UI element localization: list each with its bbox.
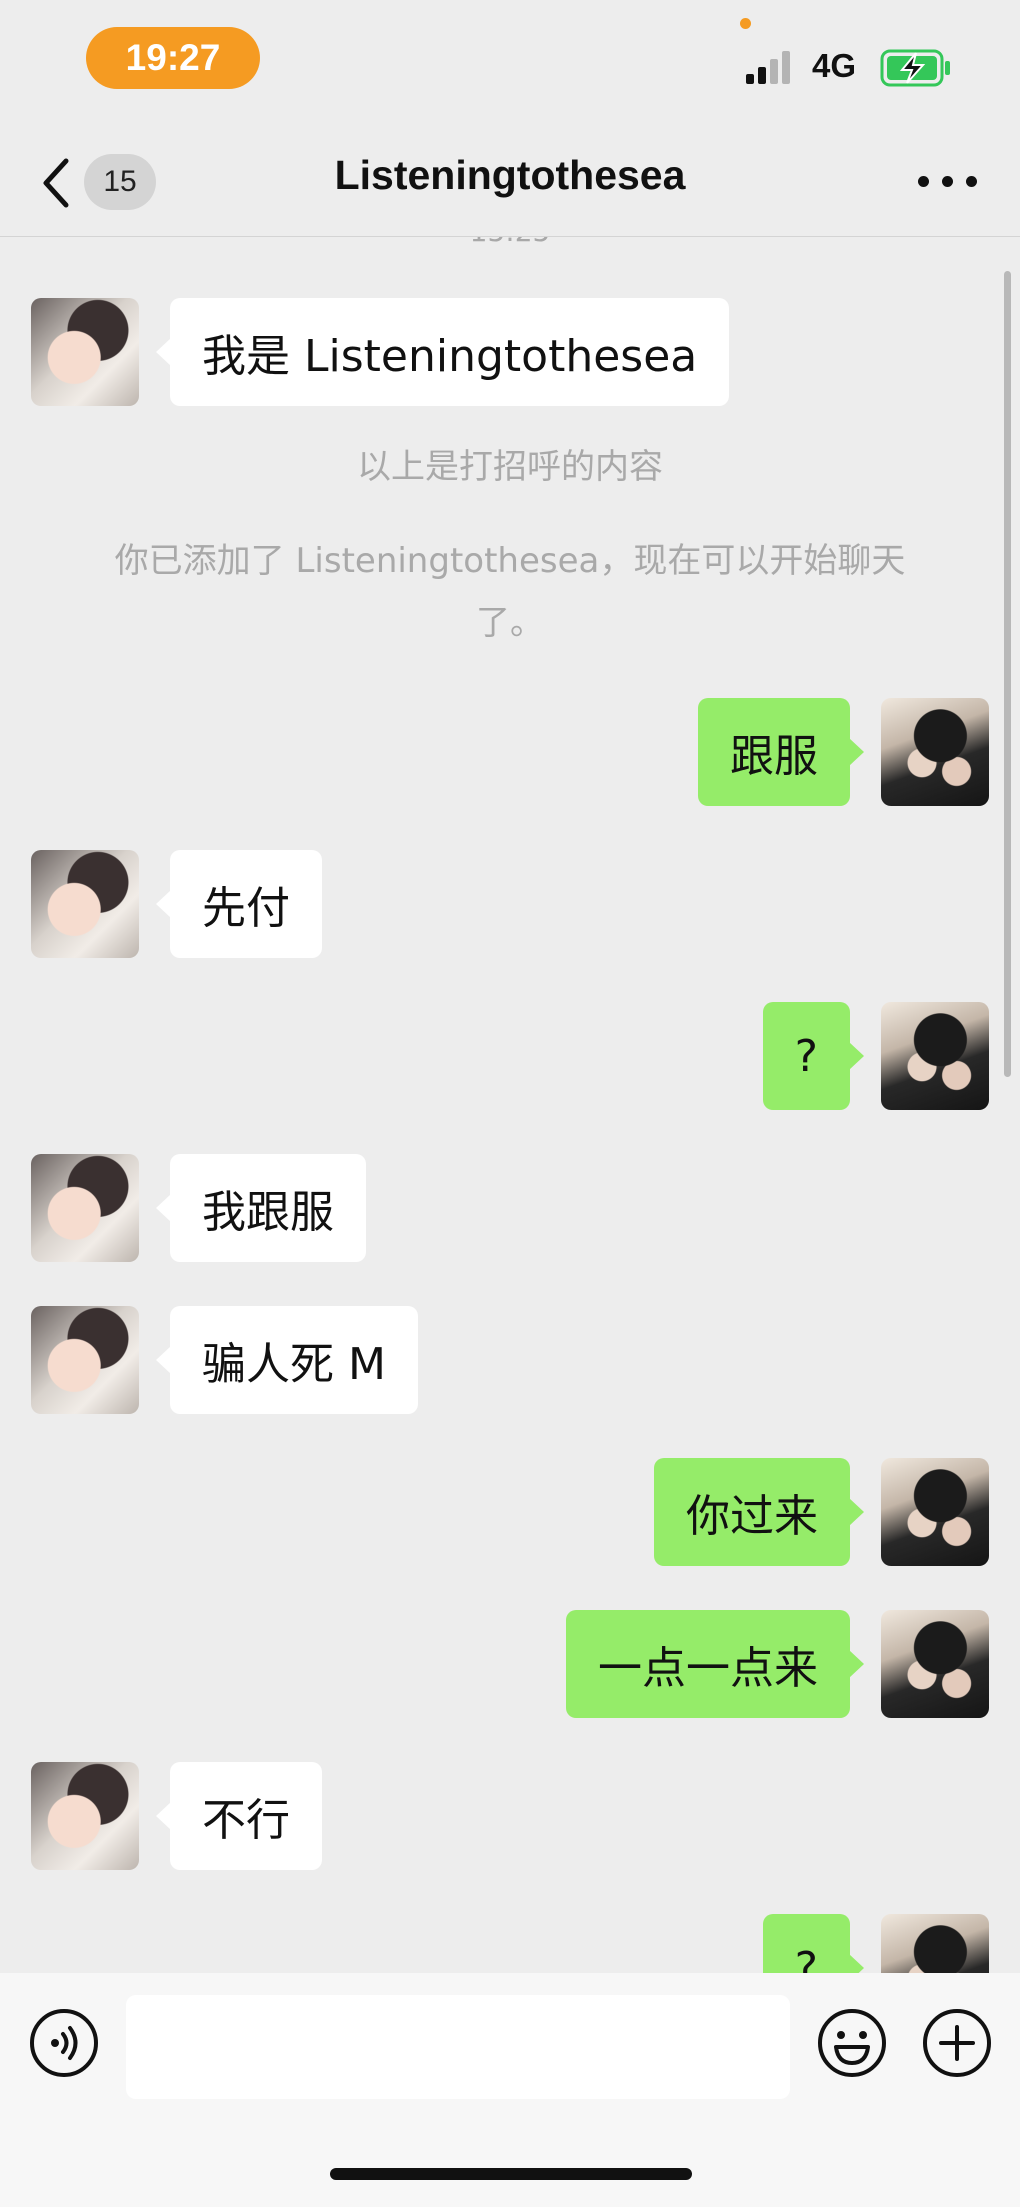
chevron-left-icon[interactable]: [40, 157, 72, 209]
my-avatar[interactable]: [881, 1914, 989, 1973]
ellipsis-icon[interactable]: [918, 176, 978, 190]
privacy-indicator-dot: [740, 18, 751, 29]
status-time: 19:27: [86, 27, 260, 89]
message-row-outgoing: 你过来: [0, 1458, 1020, 1566]
message-row-incoming: 先付: [0, 850, 1020, 958]
outgoing-bubble[interactable]: ?: [762, 1002, 865, 1110]
contact-avatar[interactable]: [31, 1762, 139, 1870]
unread-count-badge[interactable]: 15: [84, 154, 156, 210]
network-type: 4G: [812, 47, 857, 84]
emoji-icon[interactable]: [816, 2007, 888, 2079]
my-avatar[interactable]: [881, 698, 989, 806]
my-avatar[interactable]: [881, 1002, 989, 1110]
chat-header: 15 Listeningtothesea: [0, 110, 1020, 237]
outgoing-bubble[interactable]: 跟服: [698, 698, 864, 806]
message-row-outgoing: ?: [0, 1002, 1020, 1110]
contact-avatar[interactable]: [31, 1154, 139, 1262]
message-row-outgoing: 一点一点来: [0, 1610, 1020, 1718]
incoming-bubble[interactable]: 不行: [156, 1762, 322, 1870]
message-input[interactable]: [126, 1995, 790, 2099]
system-notice: 以上是打招呼的内容: [357, 447, 663, 487]
contact-avatar[interactable]: [31, 1306, 139, 1414]
voice-icon[interactable]: [28, 2007, 100, 2079]
contact-avatar[interactable]: [31, 850, 139, 958]
chat-title: Listeningtothesea: [334, 152, 686, 198]
signal-bars-icon: [746, 50, 796, 84]
message-row-incoming: 不行: [0, 1762, 1020, 1870]
contact-avatar[interactable]: [31, 298, 139, 406]
message-row-outgoing: ?: [0, 1914, 1020, 1973]
system-notice: 你已添加了 Listeningtothesea，现在可以开始聊天了。: [114, 541, 906, 643]
message-row-outgoing: 跟服: [0, 698, 1020, 806]
incoming-bubble[interactable]: 我跟服: [156, 1154, 366, 1262]
outgoing-bubble[interactable]: 你过来: [654, 1458, 864, 1566]
message-row-incoming: 骗人死 M: [0, 1306, 1020, 1414]
incoming-bubble[interactable]: 我是 Listeningtothesea: [155, 298, 730, 406]
outgoing-bubble[interactable]: 一点一点来: [566, 1610, 864, 1718]
incoming-bubble[interactable]: 骗人死 M: [156, 1306, 418, 1414]
message-row-incoming: 我是 Listeningtothesea: [0, 298, 1020, 406]
plus-circle-icon[interactable]: [921, 2007, 993, 2079]
message-list[interactable]: 15:25 我是 Listeningtothesea 以上是打招呼的内容 你已添…: [0, 237, 1020, 1973]
status-bar: 19:27 4G: [0, 0, 1020, 110]
timestamp: 15:25: [0, 237, 1020, 248]
my-avatar[interactable]: [881, 1610, 989, 1718]
home-indicator[interactable]: [330, 2168, 692, 2180]
message-row-incoming: 我跟服: [0, 1154, 1020, 1262]
outgoing-bubble[interactable]: ?: [762, 1914, 865, 1973]
my-avatar[interactable]: [881, 1458, 989, 1566]
incoming-bubble[interactable]: 先付: [156, 850, 322, 958]
battery-charging-icon: [880, 49, 950, 87]
